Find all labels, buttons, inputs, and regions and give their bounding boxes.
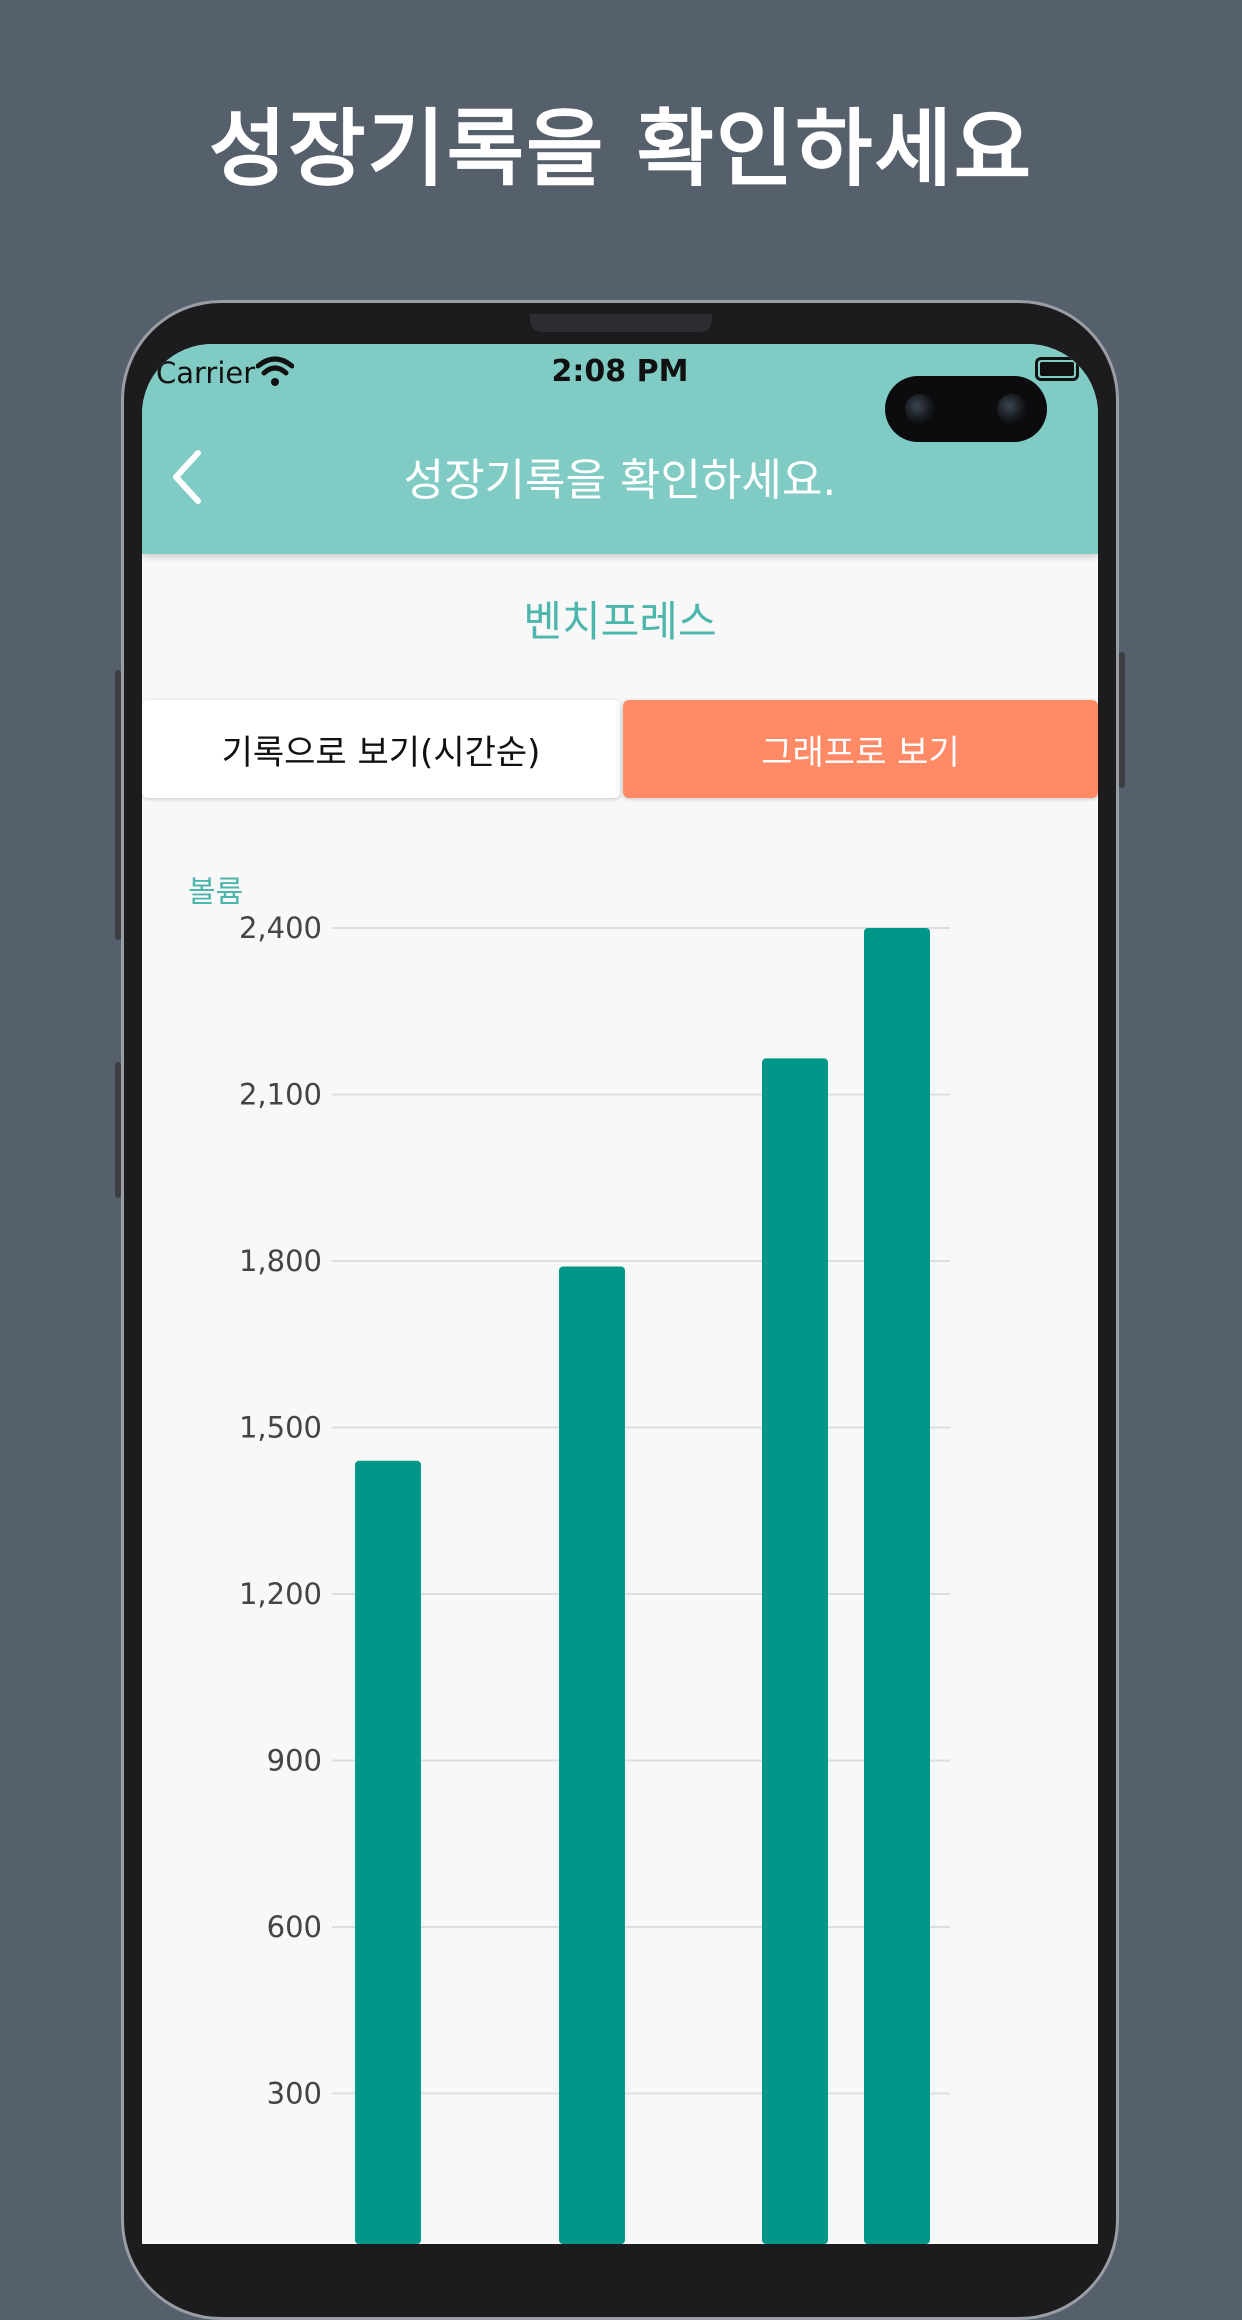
promo-title: 성장기록을 확인하세요 (208, 100, 1034, 198)
power-button (1119, 652, 1125, 788)
y-tick-label: 1,500 (239, 1411, 322, 1445)
y-tick-label: 1,800 (239, 1244, 322, 1278)
y-tick-label: 300 (267, 2077, 322, 2111)
earpiece-speaker (530, 314, 712, 332)
volume-down-button (115, 1062, 121, 1198)
volume-bar-chart: 볼륨 2,400 2,100 1,800 1,500 1,200 900 600 300 (188, 875, 950, 2244)
chart-bar[interactable] (864, 928, 930, 2244)
y-tick-label: 2,400 (239, 911, 322, 945)
y-axis-label: 볼륨 (188, 875, 243, 910)
y-tick-label: 900 (267, 1744, 322, 1778)
y-tick-label: 2,100 (239, 1078, 322, 1112)
chart-bar[interactable] (762, 1058, 828, 2244)
chart-bar[interactable] (355, 1460, 421, 2244)
chart-bar[interactable] (559, 1266, 625, 2244)
y-tick-label: 600 (267, 1910, 322, 1944)
volume-up-button (115, 670, 121, 940)
phone-screen: Carrier 2:08 PM 성장기록을 확인하세요. 벤치프레스 기록으로 … (142, 344, 1098, 2244)
y-tick-label: 1,200 (239, 1577, 322, 1611)
